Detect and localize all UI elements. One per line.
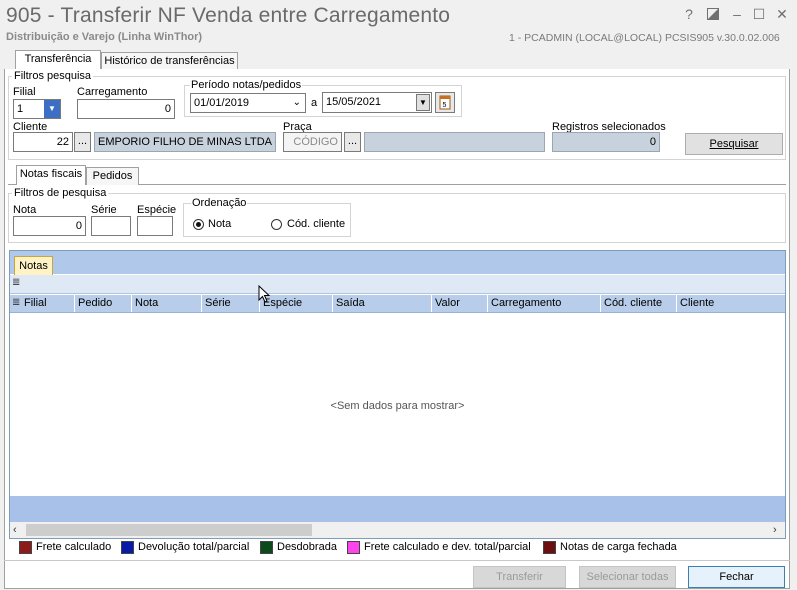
restore-icon[interactable] bbox=[704, 6, 722, 22]
legend-carga-fechada: Notas de carga fechada bbox=[560, 541, 677, 553]
col-filial[interactable]: Filial bbox=[21, 295, 75, 312]
col-carregamento[interactable]: Carregamento bbox=[488, 295, 601, 312]
registros-value: 0 bbox=[552, 132, 660, 152]
selecionar-todas-button[interactable]: Selecionar todas bbox=[579, 566, 676, 588]
grid-tabbar bbox=[10, 251, 785, 274]
group-by-bar: ≣ bbox=[10, 275, 785, 294]
grid-body: <Sem dados para mostrar> bbox=[10, 314, 785, 496]
menu-icon[interactable]: ≣ bbox=[12, 277, 20, 288]
praca-nome-field bbox=[364, 132, 545, 152]
legend-desdobrada: Desdobrada bbox=[277, 541, 337, 553]
praca-codigo-input[interactable]: CÓDIGO bbox=[283, 132, 342, 152]
filtros-nf-label: Filtros de pesquisa bbox=[12, 187, 109, 199]
col-pedido[interactable]: Pedido bbox=[75, 295, 132, 312]
tab-line bbox=[139, 184, 786, 185]
pesquisar-button[interactable]: Pesquisar bbox=[685, 133, 783, 155]
nota-label: Nota bbox=[13, 204, 37, 216]
filtros-pesquisa-label: Filtros pesquisa bbox=[12, 70, 94, 82]
tab-line bbox=[8, 184, 16, 185]
transferir-button[interactable]: Transferir bbox=[473, 566, 566, 588]
col-cod-cliente[interactable]: Cód. cliente bbox=[601, 295, 677, 312]
maximize-button[interactable]: ☐ bbox=[750, 6, 768, 22]
tab-pedidos[interactable]: Pedidos bbox=[86, 167, 139, 185]
tab-notas-fiscais[interactable]: Notas fiscais bbox=[16, 165, 86, 185]
tab-notas[interactable]: Notas bbox=[14, 256, 53, 276]
col-serie[interactable]: Série bbox=[202, 295, 260, 312]
cliente-codigo-input[interactable]: 22 bbox=[13, 132, 73, 152]
notas-grid: Notas ≣ ≣ Filial Pedido Nota Série Espéc… bbox=[9, 250, 786, 539]
scrollbar-thumb[interactable] bbox=[26, 524, 312, 536]
calendar-icon: 5 bbox=[439, 95, 451, 110]
legend-frete-dev: Frete calculado e dev. total/parcial bbox=[364, 541, 531, 553]
carregamento-label: Carregamento bbox=[77, 86, 148, 98]
col-nota[interactable]: Nota bbox=[132, 295, 202, 312]
horizontal-scrollbar[interactable]: ‹ › bbox=[10, 522, 785, 538]
praca-search-button[interactable]: ... bbox=[344, 132, 361, 152]
chevron-down-icon[interactable]: ▼ bbox=[416, 94, 430, 111]
filial-label: Filial bbox=[13, 86, 36, 98]
minimize-button[interactable]: – bbox=[728, 6, 746, 22]
title-bar: 905 - Transferir NF Venda entre Carregam… bbox=[0, 0, 797, 46]
chevron-down-icon[interactable]: ▼ bbox=[44, 100, 60, 118]
mouse-cursor-icon bbox=[258, 285, 271, 303]
grid-header: ≣ Filial Pedido Nota Série Espécie Saída… bbox=[10, 295, 785, 313]
legend-swatch bbox=[347, 541, 360, 554]
col-saida[interactable]: Saída bbox=[333, 295, 432, 312]
ordenacao-label: Ordenação bbox=[191, 197, 248, 209]
data-inicio-value: 01/01/2019 bbox=[194, 97, 250, 109]
legend-swatch bbox=[543, 541, 556, 554]
fechar-button[interactable]: Fechar bbox=[688, 566, 785, 588]
a-label: a bbox=[311, 97, 318, 109]
ord-nota-radio[interactable] bbox=[193, 219, 204, 230]
col-valor[interactable]: Valor bbox=[432, 295, 488, 312]
svg-text:5: 5 bbox=[443, 102, 447, 109]
especie-input[interactable] bbox=[137, 216, 173, 236]
legend: Frete calculado Devolução total/parcial … bbox=[14, 541, 794, 557]
help-button[interactable]: ? bbox=[680, 6, 698, 22]
carregamento-input[interactable]: 0 bbox=[77, 99, 175, 119]
filial-value: 1 bbox=[17, 103, 24, 115]
data-fim-value: 15/05/2021 bbox=[326, 96, 382, 108]
serie-label: Série bbox=[91, 204, 117, 216]
especie-label: Espécie bbox=[137, 204, 177, 216]
legend-frete-calculado: Frete calculado bbox=[36, 541, 112, 553]
user-info: 1 - PCADMIN (LOCAL@LOCAL) PCSIS905 v.30.… bbox=[509, 32, 780, 44]
legend-swatch bbox=[19, 541, 32, 554]
tab-historico[interactable]: Histórico de transferências bbox=[101, 52, 238, 70]
calendar-button[interactable]: 5 bbox=[435, 92, 455, 113]
window-title: 905 - Transferir NF Venda entre Carregam… bbox=[6, 4, 451, 27]
ord-nota-label[interactable]: Nota bbox=[208, 218, 231, 230]
empty-message: <Sem dados para mostrar> bbox=[330, 400, 465, 412]
data-fim-input[interactable]: 15/05/2021 ▼ bbox=[322, 92, 432, 113]
serie-input[interactable] bbox=[91, 216, 131, 236]
periodo-label: Período notas/pedidos bbox=[190, 79, 303, 91]
chevron-left-icon[interactable]: ‹ bbox=[13, 522, 17, 538]
legend-swatch bbox=[121, 541, 134, 554]
close-button[interactable]: ✕ bbox=[773, 6, 791, 22]
column-chooser-icon[interactable]: ≣ bbox=[12, 297, 20, 308]
nota-input[interactable]: 0 bbox=[13, 216, 86, 236]
data-inicio-input[interactable]: 01/01/2019 ⌄ bbox=[190, 93, 306, 113]
chevron-down-icon[interactable]: ⌄ bbox=[293, 94, 301, 112]
footer-separator bbox=[4, 560, 790, 561]
chevron-right-icon[interactable]: › bbox=[773, 522, 777, 538]
col-cliente[interactable]: Cliente bbox=[677, 295, 785, 312]
tab-transferencia[interactable]: Transferência bbox=[15, 50, 101, 70]
cliente-nome-field: EMPORIO FILHO DE MINAS LTDA - E bbox=[94, 132, 276, 152]
ord-cod-cliente-radio[interactable] bbox=[271, 219, 282, 230]
ord-cod-cliente-label[interactable]: Cód. cliente bbox=[287, 218, 345, 230]
filial-select[interactable]: 1 ▼ bbox=[13, 99, 61, 119]
legend-swatch bbox=[260, 541, 273, 554]
window-subtitle: Distribuição e Varejo (Linha WinThor) bbox=[6, 31, 203, 43]
grid-footer bbox=[10, 496, 785, 522]
cliente-search-button[interactable]: ... bbox=[74, 132, 91, 152]
pesquisar-label: Pesquisar bbox=[709, 138, 759, 150]
legend-devolucao: Devolução total/parcial bbox=[138, 541, 250, 553]
